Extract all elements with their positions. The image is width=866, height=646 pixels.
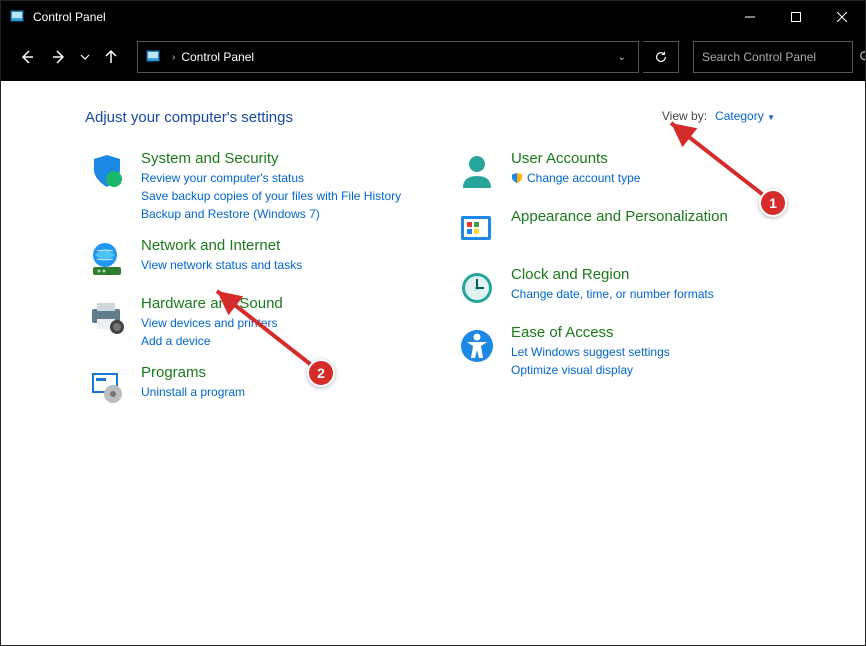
category-column-left: System and Security Review your computer… (85, 150, 405, 422)
user-icon (455, 150, 499, 194)
category-title[interactable]: Programs (141, 364, 245, 381)
viewby-dropdown[interactable]: Category ▼ (715, 109, 775, 123)
uac-shield-icon (511, 172, 523, 184)
category-link[interactable]: Uninstall a program (141, 383, 245, 401)
category-title[interactable]: Clock and Region (511, 266, 714, 283)
address-icon (144, 48, 162, 66)
access-icon (455, 324, 499, 368)
search-box[interactable] (693, 41, 853, 73)
forward-button[interactable] (45, 43, 73, 71)
category-title[interactable]: Ease of Access (511, 324, 670, 341)
category-link-text: Change account type (527, 169, 640, 187)
shield-icon (85, 150, 129, 194)
category-link[interactable]: Save backup copies of your files with Fi… (141, 187, 401, 205)
category-link[interactable]: Let Windows suggest settings (511, 343, 670, 361)
minimize-button[interactable] (727, 1, 773, 33)
category-link[interactable]: Change account type (511, 169, 640, 187)
back-button[interactable] (13, 43, 41, 71)
view-by-control: View by: Category ▼ (662, 109, 775, 123)
category-clock-region: Clock and Region Change date, time, or n… (455, 266, 775, 310)
refresh-button[interactable] (643, 41, 679, 73)
close-button[interactable] (819, 1, 865, 33)
category-programs: Programs Uninstall a program (85, 364, 405, 408)
chevron-down-icon: ▼ (767, 113, 775, 122)
clock-icon (455, 266, 499, 310)
category-link[interactable]: Change date, time, or number formats (511, 285, 714, 303)
viewby-label: View by: (662, 109, 707, 123)
programs-icon (85, 364, 129, 408)
category-title[interactable]: Hardware and Sound (141, 295, 283, 312)
category-title[interactable]: User Accounts (511, 150, 640, 167)
category-column-right: User Accounts Change account type (455, 150, 775, 422)
content-area: Adjust your computer's settings View by:… (1, 81, 865, 645)
address-dropdown-icon[interactable]: ⌄ (618, 52, 626, 63)
category-link[interactable]: View devices and printers (141, 314, 283, 332)
category-appearance-personalization: Appearance and Personalization (455, 208, 775, 252)
category-title[interactable]: System and Security (141, 150, 401, 167)
category-link[interactable]: Add a device (141, 332, 283, 350)
annotation-callout-1: 1 (759, 189, 787, 217)
category-ease-of-access: Ease of Access Let Windows suggest setti… (455, 324, 775, 379)
category-link[interactable]: Optimize visual display (511, 361, 670, 379)
search-input[interactable] (700, 49, 859, 65)
globe-icon (85, 237, 129, 281)
annotation-callout-2: 2 (307, 359, 335, 387)
app-icon (9, 9, 25, 25)
address-bar[interactable]: › Control Panel ⌄ (137, 41, 639, 73)
category-link[interactable]: Review your computer's status (141, 169, 401, 187)
window-title: Control Panel (33, 10, 106, 24)
search-icon[interactable] (859, 50, 866, 64)
printer-icon (85, 295, 129, 339)
up-button[interactable] (97, 43, 125, 71)
breadcrumb-chevron-icon: › (172, 52, 175, 63)
category-network-internet: Network and Internet View network status… (85, 237, 405, 281)
category-title[interactable]: Network and Internet (141, 237, 302, 254)
category-link[interactable]: View network status and tasks (141, 256, 302, 274)
window-frame: Control Panel › Control P (0, 0, 866, 646)
category-link[interactable]: Backup and Restore (Windows 7) (141, 205, 401, 223)
viewby-value-text: Category (715, 109, 764, 123)
category-user-accounts: User Accounts Change account type (455, 150, 775, 194)
category-system-security: System and Security Review your computer… (85, 150, 405, 223)
navbar: › Control Panel ⌄ (1, 33, 865, 81)
titlebar: Control Panel (1, 1, 865, 33)
category-hardware-sound: Hardware and Sound View devices and prin… (85, 295, 405, 350)
recent-locations-button[interactable] (77, 43, 93, 71)
breadcrumb-text[interactable]: Control Panel (181, 50, 254, 64)
appearance-icon (455, 208, 499, 252)
category-title[interactable]: Appearance and Personalization (511, 208, 728, 225)
maximize-button[interactable] (773, 1, 819, 33)
